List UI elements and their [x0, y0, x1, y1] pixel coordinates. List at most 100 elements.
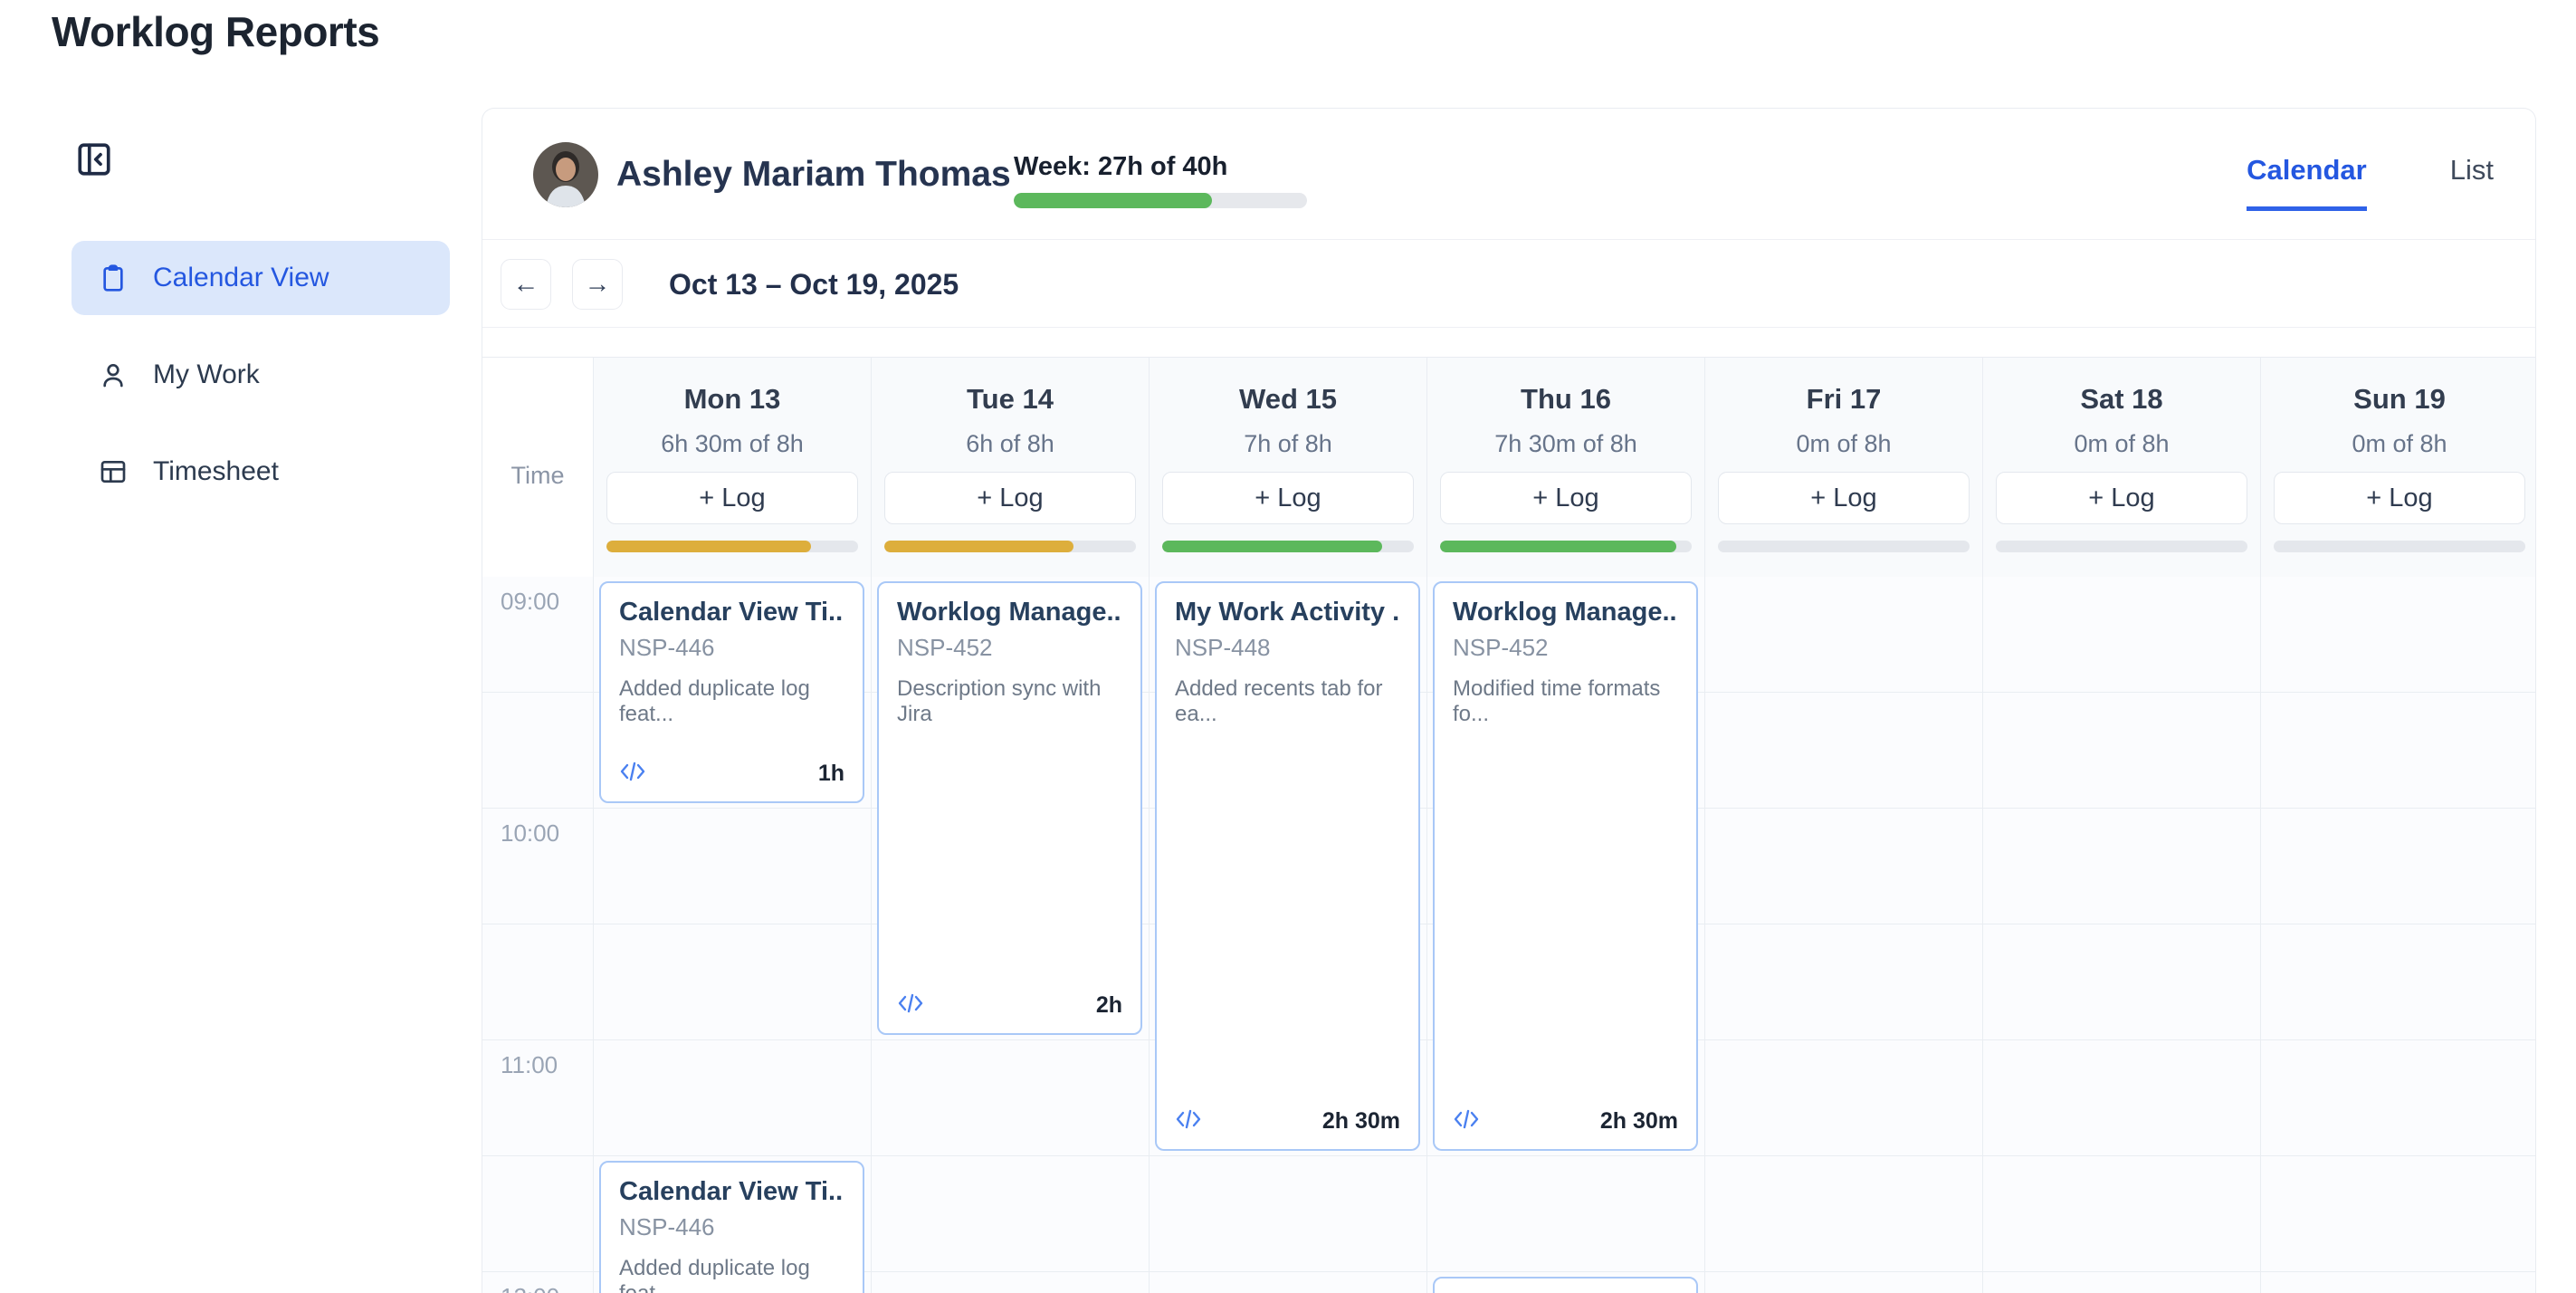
sidebar: Calendar View My Work Timesheet	[72, 241, 450, 532]
day-column-header-tue-14: Tue 14 6h of 8h + Log	[871, 358, 1149, 577]
day-column-sun-19	[2260, 577, 2536, 1293]
grid-cell	[1983, 924, 2260, 1040]
sidebar-item-label: Timesheet	[153, 456, 279, 487]
time-slot-label: 11:00	[482, 1040, 593, 1079]
worklog-card[interactable]	[1433, 1277, 1698, 1293]
day-column-header-fri-17: Fri 17 0m of 8h + Log	[1704, 358, 1982, 577]
log-time-button[interactable]: + Log	[1996, 472, 2247, 524]
sidebar-collapse-button[interactable]	[72, 139, 116, 182]
grid-cell	[1705, 924, 1982, 1040]
day-hours-summary: 7h 30m of 8h	[1427, 430, 1704, 458]
grid-cell	[1983, 1156, 2260, 1272]
log-time-button[interactable]: + Log	[2274, 472, 2525, 524]
day-name: Thu 16	[1427, 383, 1704, 416]
grid-cell	[594, 809, 871, 924]
day-progress-bar	[1162, 541, 1414, 552]
day-column-header-sun-19: Sun 19 0m of 8h + Log	[2260, 358, 2536, 577]
tab-calendar[interactable]: Calendar	[2247, 154, 2367, 211]
day-column-header-sat-18: Sat 18 0m of 8h + Log	[1982, 358, 2260, 577]
time-slot-label: 12:00	[482, 1272, 593, 1293]
day-column-header-thu-16: Thu 16 7h 30m of 8h + Log	[1426, 358, 1704, 577]
grid-cell	[1983, 577, 2260, 693]
grid-cell	[1705, 1156, 1982, 1272]
log-time-button[interactable]: + Log	[1440, 472, 1692, 524]
week-progress-label: Week: 27h of 40h	[1014, 152, 1227, 182]
grid-cell	[872, 1040, 1149, 1156]
worklog-card[interactable]: Worklog Manage... NSP-452 Description sy…	[877, 581, 1142, 1035]
time-cell	[482, 693, 593, 809]
page-title: Worklog Reports	[52, 7, 379, 56]
grid-cell	[2261, 1272, 2536, 1293]
worklog-description: Added recents tab for ea...	[1175, 676, 1400, 727]
clipboard-icon	[99, 263, 128, 292]
worklog-title: Worklog Manage...	[897, 598, 1122, 627]
grid-cell	[1705, 693, 1982, 809]
day-progress-bar	[606, 541, 858, 552]
time-cell: 11:00	[482, 1040, 593, 1156]
user-icon	[99, 360, 128, 389]
worklog-description: Description sync with Jira	[897, 676, 1122, 727]
code-icon	[897, 992, 924, 1019]
time-slot-label: 09:00	[482, 577, 593, 616]
grid-cell	[2261, 693, 2536, 809]
view-tabs: Calendar List	[2247, 154, 2494, 211]
day-name: Sat 18	[1983, 383, 2260, 416]
user-name: Ashley Mariam Thomas	[616, 155, 1011, 195]
avatar	[533, 142, 598, 207]
worklog-title: Worklog Manage...	[1453, 598, 1678, 627]
sidebar-item-timesheet[interactable]: Timesheet	[72, 435, 450, 509]
day-hours-summary: 7h of 8h	[1150, 430, 1426, 458]
day-hours-summary: 0m of 8h	[2261, 430, 2536, 458]
time-cell: 12:00	[482, 1272, 593, 1293]
worklog-duration: 2h 30m	[1600, 1108, 1678, 1135]
worklog-card[interactable]: Calendar View Ti... NSP-446 Added duplic…	[599, 581, 864, 803]
log-time-button[interactable]: + Log	[606, 472, 858, 524]
grid-cell	[1983, 809, 2260, 924]
worklog-card[interactable]: Worklog Manage... NSP-452 Modified time …	[1433, 581, 1698, 1151]
time-cell	[482, 1156, 593, 1272]
grid-cell	[1705, 577, 1982, 693]
worklog-title: Calendar View Ti...	[619, 598, 844, 627]
time-cell: 10:00	[482, 809, 593, 924]
previous-week-button[interactable]: ←	[501, 259, 551, 310]
log-time-button[interactable]: + Log	[1162, 472, 1414, 524]
issue-key: NSP-452	[1453, 634, 1678, 662]
issue-key: NSP-446	[619, 634, 844, 662]
day-column-fri-17	[1704, 577, 1982, 1293]
time-gutter: 09:00 10:00 11:00 12:00	[482, 577, 593, 1293]
next-week-button[interactable]: →	[572, 259, 623, 310]
day-progress-bar	[1718, 541, 1970, 552]
day-column-header-mon-13: Mon 13 6h 30m of 8h + Log	[593, 358, 871, 577]
tab-list[interactable]: List	[2450, 154, 2494, 211]
day-hours-summary: 6h of 8h	[872, 430, 1149, 458]
worklog-card[interactable]: Calendar View Ti... NSP-446 Added duplic…	[599, 1161, 864, 1293]
time-column-header: Time	[482, 358, 593, 577]
sidebar-item-my-work[interactable]: My Work	[72, 338, 450, 412]
time-cell	[482, 924, 593, 1040]
log-time-button[interactable]: + Log	[1718, 472, 1970, 524]
worklog-duration: 2h 30m	[1322, 1108, 1400, 1135]
worklog-description: Added duplicate log feat...	[619, 676, 844, 727]
sidebar-item-label: My Work	[153, 359, 260, 390]
calendar-view: Time Mon 13 6h 30m of 8h + Log Tue 14 6h…	[482, 329, 2535, 1293]
day-hours-summary: 6h 30m of 8h	[594, 430, 871, 458]
worklog-duration: 2h	[1096, 992, 1122, 1019]
worklog-card[interactable]: My Work Activity ... NSP-448 Added recen…	[1155, 581, 1420, 1151]
log-time-button[interactable]: + Log	[884, 472, 1136, 524]
grid-cell	[2261, 924, 2536, 1040]
grid-cell	[1150, 1156, 1426, 1272]
table-icon	[99, 457, 128, 486]
time-slot-label: 10:00	[482, 809, 593, 848]
grid-cell	[872, 1272, 1149, 1293]
sidebar-item-label: Calendar View	[153, 263, 329, 293]
day-progress-bar	[1996, 541, 2247, 552]
day-progress-bar	[2274, 541, 2525, 552]
grid-cell	[2261, 1156, 2536, 1272]
calendar-grid: 09:00 10:00 11:00 12:00 Calendar View Ti...…	[482, 577, 2535, 1293]
issue-key: NSP-446	[619, 1213, 844, 1241]
worklog-description: Added duplicate log feat...	[619, 1256, 844, 1293]
day-name: Tue 14	[872, 383, 1149, 416]
sidebar-item-calendar-view[interactable]: Calendar View	[72, 241, 450, 315]
grid-cell	[1983, 1272, 2260, 1293]
grid-cell	[1427, 1156, 1704, 1272]
